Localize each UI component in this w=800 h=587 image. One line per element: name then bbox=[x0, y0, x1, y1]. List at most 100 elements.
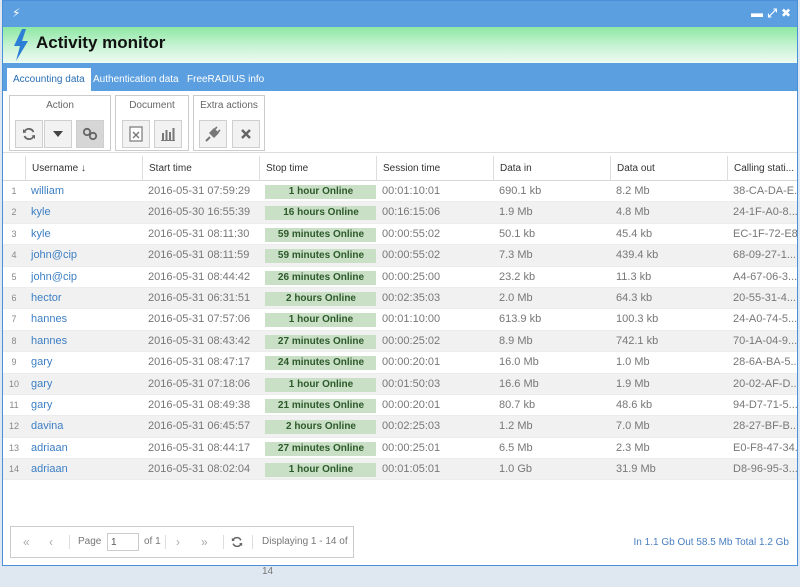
action-group-label: Action bbox=[46, 100, 74, 111]
table-row[interactable]: 5 john@cip 2016-05-31 08:44:42 26 minutes O… bbox=[3, 267, 797, 288]
data-out-cell: 7.0 Mb bbox=[616, 420, 650, 433]
session-time-cell: 00:01:10:00 bbox=[382, 313, 441, 326]
username-cell[interactable]: kyle bbox=[25, 202, 142, 223]
username-cell[interactable]: davina bbox=[25, 416, 142, 437]
maximize-icon[interactable]: ⤢ bbox=[767, 5, 777, 21]
page-number-input[interactable] bbox=[107, 533, 139, 551]
extra-actions-label: Extra actions bbox=[200, 100, 258, 111]
grid-body: 1 william 2016-05-31 07:59:29 1 hour Online… bbox=[3, 181, 797, 481]
username-cell[interactable]: hector bbox=[25, 288, 142, 309]
previous-page-icon[interactable]: ‹ bbox=[49, 527, 53, 557]
session-time-cell: 00:00:25:00 bbox=[382, 270, 441, 283]
stop-time-cell: 1 hour Online bbox=[259, 181, 376, 202]
calling-station-cell: E0-F8-47-34... bbox=[733, 441, 797, 454]
table-row[interactable]: 7 hannes 2016-05-31 07:57:06 1 hour Online 0… bbox=[3, 309, 797, 331]
column-header-stop-time[interactable]: Stop time bbox=[259, 156, 376, 181]
username-cell[interactable]: john@cip bbox=[25, 267, 142, 288]
start-time-cell: 2016-05-31 07:59:29 bbox=[148, 185, 251, 197]
table-row[interactable]: 6 hector 2016-05-31 06:31:51 2 hours Online… bbox=[3, 287, 797, 310]
lightning-bolt-icon bbox=[14, 29, 28, 61]
session-time-cell: 00:01:05:01 bbox=[382, 463, 441, 476]
username-cell[interactable]: adriaan bbox=[25, 438, 142, 459]
data-in-cell: 50.1 kb bbox=[499, 227, 536, 240]
calling-station-cell: A4-67-06-3... bbox=[733, 270, 797, 283]
username-cell[interactable]: gary bbox=[25, 395, 142, 416]
page-title: Activity monitor bbox=[36, 33, 166, 52]
data-in-cell: 23.2 kb bbox=[499, 270, 536, 283]
username-cell[interactable]: gary bbox=[25, 374, 142, 395]
tab-authentication-data[interactable]: Authentication data bbox=[87, 68, 185, 91]
column-header-data-in[interactable]: Data in bbox=[493, 156, 610, 181]
table-row[interactable]: 3 kyle 2016-05-31 08:11:30 59 minutes Onlin… bbox=[3, 224, 797, 246]
refresh-button[interactable] bbox=[15, 120, 43, 148]
username-cell[interactable]: hannes bbox=[25, 331, 142, 352]
table-row[interactable]: 9 gary 2016-05-31 08:47:17 24 minutes Onlin… bbox=[3, 352, 797, 374]
data-out-cell: 48.6 kb bbox=[616, 398, 653, 411]
page-label: Page bbox=[78, 536, 102, 547]
title-bar[interactable]: ⚡ ▬ ⤢ ✖ bbox=[3, 1, 797, 27]
column-header-session-time[interactable]: Session time bbox=[376, 156, 493, 181]
disconnect-button[interactable] bbox=[199, 120, 227, 148]
start-time-cell: 2016-05-31 08:44:17 bbox=[148, 441, 251, 454]
close-icon[interactable]: ✖ bbox=[781, 5, 791, 21]
calling-station-cell: 28-6A-BA-5... bbox=[733, 356, 797, 369]
data-in-cell: 80.7 kb bbox=[499, 398, 536, 411]
username-cell[interactable]: john@cip bbox=[25, 245, 142, 266]
data-out-cell: 4.8 Mb bbox=[616, 206, 650, 219]
column-header-username[interactable]: Username ↓ bbox=[25, 156, 142, 181]
username-cell[interactable]: gary bbox=[25, 352, 142, 373]
refresh-icon bbox=[231, 536, 243, 548]
online-status-badge: 24 minutes Online bbox=[265, 356, 376, 371]
table-row[interactable]: 1 william 2016-05-31 07:59:29 1 hour Online… bbox=[3, 181, 797, 203]
table-row[interactable]: 14 adriaan 2016-05-31 08:02:04 1 hour Onlin… bbox=[3, 459, 797, 481]
link-button[interactable] bbox=[76, 120, 104, 148]
pager-separator bbox=[223, 535, 224, 549]
data-out-cell: 8.2 Mb bbox=[616, 185, 650, 197]
table-row[interactable]: 12 davina 2016-05-31 06:45:57 2 hours Onlin… bbox=[3, 416, 797, 438]
next-page-icon[interactable]: › bbox=[176, 527, 180, 557]
online-status-badge: 16 hours Online bbox=[265, 206, 376, 221]
calling-station-cell: 20-55-31-4... bbox=[733, 291, 796, 304]
excel-export-button[interactable] bbox=[122, 120, 150, 148]
row-number: 5 bbox=[11, 271, 17, 282]
column-header-data-out[interactable]: Data out bbox=[610, 156, 727, 181]
table-row[interactable]: 4 john@cip 2016-05-31 08:11:59 59 minutes O… bbox=[3, 245, 797, 267]
column-header-start-time[interactable]: Start time bbox=[142, 156, 259, 181]
remove-button[interactable] bbox=[232, 120, 260, 148]
table-row[interactable]: 8 hannes 2016-05-31 08:43:42 27 minutes Onl… bbox=[3, 330, 797, 353]
session-time-cell: 00:01:50:03 bbox=[382, 377, 441, 390]
table-row[interactable]: 11 gary 2016-05-31 08:49:38 21 minutes Onli… bbox=[3, 395, 797, 417]
stop-time-cell: 16 hours Online bbox=[259, 202, 376, 223]
grid-header: Username ↓ Start time Stop time Session … bbox=[3, 156, 797, 181]
username-cell[interactable]: hannes bbox=[25, 309, 142, 330]
data-out-cell: 100.3 kb bbox=[616, 313, 659, 326]
action-dropdown-button[interactable] bbox=[44, 120, 72, 148]
start-time-cell: 2016-05-31 07:18:06 bbox=[148, 377, 251, 390]
minimize-icon[interactable]: ▬ bbox=[751, 5, 763, 21]
tab-freeradius-info[interactable]: FreeRADIUS info bbox=[181, 68, 270, 91]
data-out-cell: 1.0 Mb bbox=[616, 356, 650, 369]
last-page-icon[interactable]: » bbox=[201, 527, 208, 557]
table-row[interactable]: 2 kyle 2016-05-30 16:55:39 16 hours Online 0… bbox=[3, 202, 797, 224]
username-cell[interactable]: adriaan bbox=[25, 459, 142, 480]
data-in-cell: 690.1 kb bbox=[499, 185, 542, 197]
data-in-cell: 6.5 Mb bbox=[499, 441, 533, 454]
stop-time-cell: 59 minutes Online bbox=[259, 245, 376, 266]
row-number: 13 bbox=[8, 442, 19, 453]
first-page-icon[interactable]: « bbox=[23, 527, 30, 557]
pager-refresh-button[interactable] bbox=[231, 536, 243, 550]
session-time-cell: 00:00:25:02 bbox=[382, 334, 441, 347]
username-cell[interactable]: kyle bbox=[25, 224, 142, 245]
start-time-cell: 2016-05-31 08:49:38 bbox=[148, 398, 251, 411]
tab-accounting-data[interactable]: Accounting data bbox=[7, 68, 91, 91]
chart-button[interactable] bbox=[154, 120, 182, 148]
row-number: 11 bbox=[9, 399, 19, 410]
calling-station-cell: 68-09-27-1... bbox=[733, 249, 796, 262]
table-row[interactable]: 13 adriaan 2016-05-31 08:44:17 27 minutes O… bbox=[3, 438, 797, 460]
table-row[interactable]: 10 gary 2016-05-31 07:18:06 1 hour Online 00… bbox=[3, 373, 797, 395]
username-cell[interactable]: william bbox=[25, 181, 142, 202]
session-time-cell: 00:00:20:01 bbox=[382, 356, 441, 369]
pager-separator bbox=[252, 535, 253, 549]
column-header-calling-station[interactable]: Calling stati... bbox=[727, 156, 797, 181]
page-count: of 1 bbox=[144, 536, 161, 547]
